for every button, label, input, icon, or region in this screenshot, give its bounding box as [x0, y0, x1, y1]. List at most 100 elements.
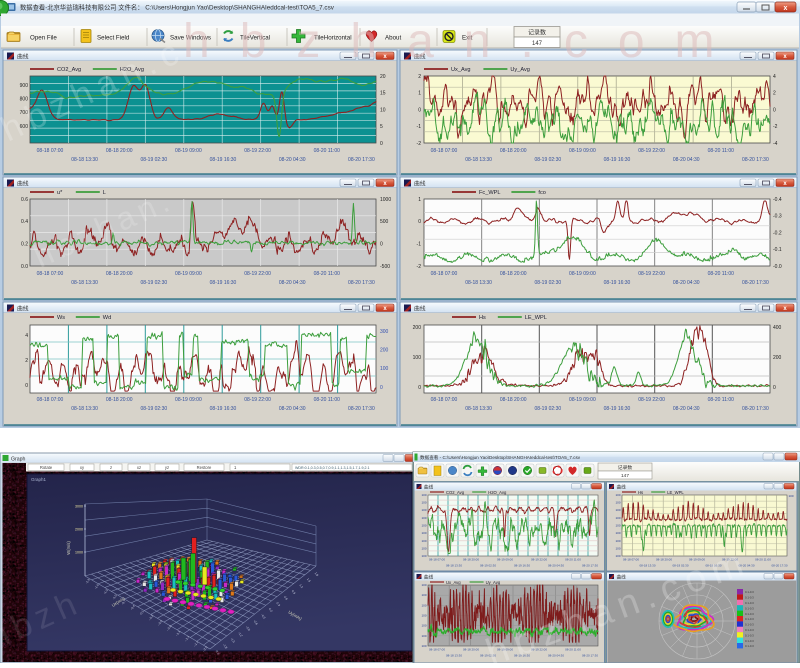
svg-text:08-18 20:00: 08-18 20:00	[656, 558, 672, 562]
svg-text:1000: 1000	[75, 551, 83, 555]
svg-text:08-18 13:30: 08-18 13:30	[465, 406, 492, 412]
svg-text:08-20 04:30: 08-20 04:30	[673, 280, 700, 286]
svg-text:100: 100	[421, 531, 426, 535]
svg-text:2: 2	[418, 74, 421, 80]
svg-text:08-19 22:00: 08-19 22:00	[638, 397, 665, 403]
svg-text:100: 100	[421, 603, 426, 607]
svg-text:08-19 02:30: 08-19 02:30	[534, 406, 561, 412]
svg-text:0: 0	[773, 107, 776, 113]
svg-text:1: 1	[418, 91, 421, 97]
svg-text:08-20 11:00: 08-20 11:00	[314, 397, 341, 403]
svg-text:曲线: 曲线	[617, 484, 627, 491]
svg-text:15: 15	[380, 91, 386, 97]
svg-text:0: 0	[418, 219, 421, 225]
svg-text:0.1-0.3: 0.1-0.3	[745, 612, 754, 616]
svg-text:08-20 04:30: 08-20 04:30	[279, 406, 306, 412]
svg-text:08-20 11:00: 08-20 11:00	[314, 271, 341, 277]
svg-text:曲线: 曲线	[424, 484, 434, 491]
svg-text:08-19 22:00: 08-19 22:00	[531, 558, 547, 562]
svg-text:100: 100	[421, 644, 426, 648]
svg-text:08-20 11:00: 08-20 11:00	[565, 558, 581, 562]
svg-text:100: 100	[615, 524, 620, 528]
svg-text:100: 100	[615, 493, 620, 497]
svg-text:08-18 20:00: 08-18 20:00	[106, 271, 133, 277]
svg-text:数据查看 - C:\Users\Hongjun Yao\De: 数据查看 - C:\Users\Hongjun Yao\Desktop\SHAN…	[420, 454, 581, 461]
svg-text:08-19 02:30: 08-19 02:30	[140, 280, 167, 286]
svg-text:08-18 07:00: 08-18 07:00	[37, 148, 64, 154]
svg-text:08-19 16:30: 08-19 16:30	[210, 406, 237, 412]
svg-text:08-18 13:30: 08-18 13:30	[465, 157, 492, 163]
svg-text:08-20 17:30: 08-20 17:30	[742, 280, 769, 286]
svg-text:100: 100	[421, 583, 426, 587]
svg-text:0.0: 0.0	[21, 264, 28, 270]
svg-text:100: 100	[421, 516, 426, 520]
svg-text:08-20 04:30: 08-20 04:30	[673, 406, 700, 412]
svg-text:08-20 11:00: 08-20 11:00	[565, 648, 581, 652]
svg-text:08-19 16:30: 08-19 16:30	[604, 280, 631, 286]
svg-text:147: 147	[621, 473, 629, 479]
svg-text:08-20 17:30: 08-20 17:30	[742, 157, 769, 163]
svg-text:WDR:0.1,0.3,0.5,0.7,0.9,1.1,1.: WDR:0.1,0.3,0.5,0.7,0.9,1.1,1.3,1.5,1.7,…	[295, 466, 370, 470]
svg-text:08-18 07:00: 08-18 07:00	[429, 648, 445, 652]
svg-text:1: 1	[418, 197, 421, 203]
svg-text:曲线: 曲线	[17, 304, 29, 312]
svg-text:08-19 16:30: 08-19 16:30	[210, 157, 237, 163]
svg-text:-0.4: -0.4	[773, 197, 782, 203]
svg-text:0: 0	[773, 385, 776, 391]
svg-text:08-19 02:30: 08-19 02:30	[140, 157, 167, 163]
svg-text:08-20 17:30: 08-20 17:30	[348, 157, 375, 163]
svg-text:0: 0	[418, 107, 421, 113]
svg-text:-1: -1	[417, 124, 422, 130]
svg-text:Wd: Wd	[103, 315, 111, 321]
svg-text:300: 300	[380, 329, 389, 335]
svg-text:Open File: Open File	[30, 35, 57, 42]
svg-text:08-20 11:00: 08-20 11:00	[755, 558, 771, 562]
svg-text:100: 100	[789, 494, 794, 498]
svg-text:L: L	[103, 190, 106, 196]
svg-text:Select Field: Select Field	[97, 35, 130, 42]
svg-text:08-19 02:30: 08-19 02:30	[140, 406, 167, 412]
svg-text:08-18 13:30: 08-18 13:30	[446, 654, 462, 658]
svg-text:u*: u*	[57, 190, 63, 196]
svg-text:08-19 22:00: 08-19 22:00	[638, 271, 665, 277]
svg-text:CO2_Avg: CO2_Avg	[57, 67, 81, 73]
svg-text:08-18 07:00: 08-18 07:00	[623, 558, 639, 562]
svg-text:100: 100	[421, 508, 426, 512]
svg-text:08-18 20:00: 08-18 20:00	[500, 271, 527, 277]
svg-text:-4: -4	[773, 141, 778, 147]
svg-text:-2: -2	[773, 124, 778, 130]
svg-text:08-18 13:30: 08-18 13:30	[639, 564, 655, 568]
svg-text:W(m/s): W(m/s)	[66, 541, 71, 555]
svg-text:0.1-0.3: 0.1-0.3	[745, 633, 754, 637]
svg-text:08-19 09:00: 08-19 09:00	[175, 397, 202, 403]
svg-text:100: 100	[421, 593, 426, 597]
svg-text:08-19 09:00: 08-19 09:00	[497, 558, 513, 562]
svg-text:08-19 09:00: 08-19 09:00	[569, 397, 596, 403]
svg-text:0: 0	[380, 242, 383, 248]
svg-text:Hs: Hs	[638, 490, 643, 495]
svg-text:100: 100	[615, 539, 620, 543]
svg-text:-0.1: -0.1	[773, 247, 782, 253]
svg-text:08-18 20:00: 08-18 20:00	[500, 397, 527, 403]
svg-text:0.2: 0.2	[21, 242, 28, 248]
svg-text:0.1-0.3: 0.1-0.3	[745, 623, 754, 627]
svg-text:200: 200	[380, 348, 389, 354]
svg-text:Uy_Avg: Uy_Avg	[486, 580, 501, 585]
svg-text:08-18 20:00: 08-18 20:00	[500, 148, 527, 154]
svg-text:08-18 07:00: 08-18 07:00	[431, 397, 458, 403]
svg-text:0.1-0.3: 0.1-0.3	[745, 628, 754, 632]
svg-text:08-18 20:00: 08-18 20:00	[106, 148, 133, 154]
svg-text:08-19 22:00: 08-19 22:00	[638, 148, 665, 154]
svg-text:08-20 11:00: 08-20 11:00	[314, 148, 341, 154]
svg-text:Graph1: Graph1	[31, 477, 47, 482]
svg-text:08-20 17:30: 08-20 17:30	[348, 280, 375, 286]
svg-text:-2: -2	[417, 264, 422, 270]
svg-text:0.1-0.3: 0.1-0.3	[745, 601, 754, 605]
svg-text:曲线: 曲线	[414, 179, 426, 187]
svg-text:08-18 13:30: 08-18 13:30	[465, 280, 492, 286]
svg-text:200: 200	[773, 355, 782, 361]
svg-text:08-19 09:00: 08-19 09:00	[569, 148, 596, 154]
svg-text:LE_WPL: LE_WPL	[667, 490, 684, 495]
svg-text:08-18 07:00: 08-18 07:00	[37, 397, 64, 403]
svg-text:2: 2	[25, 358, 28, 364]
